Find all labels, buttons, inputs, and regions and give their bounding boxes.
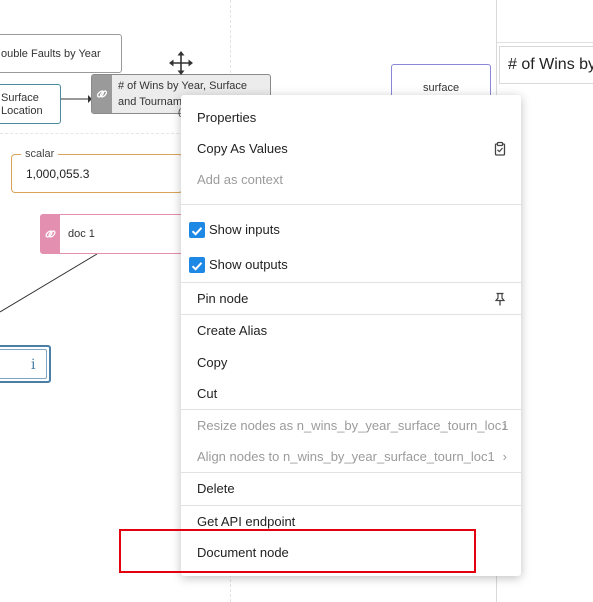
menu-item-properties[interactable]: Properties [181, 105, 521, 131]
link-icon [45, 230, 56, 238]
node-surface-location[interactable]: Surface Location [0, 84, 61, 124]
menu-item-copy-as-values[interactable]: Copy As Values [181, 136, 521, 162]
move-icon[interactable] [168, 50, 194, 76]
menu-item-label: Cut [197, 386, 218, 401]
menu-separator [181, 472, 521, 473]
node-label-line1: # of Wins by Year, Surface [118, 80, 248, 92]
menu-item-cut[interactable]: Cut [181, 381, 521, 407]
node-info-inner-border [0, 349, 47, 379]
clipboard-icon [494, 141, 506, 156]
menu-item-create-alias[interactable]: Create Alias [181, 318, 521, 344]
right-panel-node-title: # of Wins by Year, Surface and Tournamen… [499, 46, 593, 84]
menu-item-label: Pin node [197, 291, 249, 306]
menu-item-label: Create Alias [197, 323, 268, 338]
node-double-faults-by-year[interactable]: ouble Faults by Year [0, 34, 122, 73]
scalar-caption: scalar [21, 147, 59, 161]
menu-item-pin-node[interactable]: Pin node [181, 286, 521, 312]
node-label-line2: Location [1, 105, 43, 117]
link-icon [96, 90, 108, 98]
chevron-right-icon: › [502, 449, 507, 464]
menu-item-label: Delete [197, 481, 235, 496]
node-label: doc 1 [68, 228, 95, 240]
menu-item-label: Show outputs [209, 257, 288, 272]
menu-item-show-inputs[interactable]: Show inputs [181, 217, 521, 243]
node-type-strip [41, 215, 60, 253]
highlight-box [119, 529, 476, 573]
menu-item-label: Copy [197, 355, 228, 370]
menu-item-label: Copy As Values [197, 141, 288, 156]
node-doc-1[interactable]: doc 1 [40, 214, 185, 254]
menu-separator [181, 314, 521, 315]
node-label-line1: Surface [1, 92, 39, 104]
node-type-strip [92, 75, 112, 113]
menu-item-show-outputs[interactable]: Show outputs [181, 252, 521, 278]
node-label: ouble Faults by Year [1, 48, 101, 60]
menu-item-label: Add as context [197, 172, 283, 187]
scalar-value: 1,000,055.3 [26, 167, 90, 181]
node-info-input[interactable]: i [0, 345, 51, 383]
menu-item-label: Properties [197, 110, 257, 125]
menu-item-label: Resize nodes as n_wins_by_year_surface_t… [197, 418, 509, 433]
menu-item-align-nodes: Align nodes to n_wins_by_year_surface_to… [181, 444, 521, 470]
node-scalar[interactable]: scalar 1,000,055.3 [11, 147, 183, 193]
node-label: surface [423, 82, 460, 94]
checkbox-icon[interactable] [189, 222, 205, 238]
menu-item-add-as-context: Add as context [181, 167, 521, 193]
menu-item-label: Show inputs [209, 222, 280, 237]
menu-separator [181, 505, 521, 506]
menu-separator [181, 204, 521, 205]
checkbox-icon[interactable] [189, 257, 205, 273]
right-panel-toolbar [497, 0, 593, 43]
node-label-line2: and Tournam [118, 96, 183, 108]
chevron-right-icon: › [502, 418, 507, 433]
edge-doc-to-left [0, 253, 98, 313]
info-icon[interactable]: i [31, 358, 35, 372]
node-context-menu: Properties Copy As Values Add as context… [181, 95, 521, 576]
pin-icon [494, 292, 506, 306]
menu-item-label: Align nodes to n_wins_by_year_surface_to… [197, 449, 495, 464]
menu-item-copy[interactable]: Copy [181, 350, 521, 376]
menu-separator [181, 282, 521, 283]
menu-item-delete[interactable]: Delete [181, 476, 521, 502]
menu-item-resize-nodes: Resize nodes as n_wins_by_year_surface_t… [181, 413, 521, 439]
menu-separator [181, 409, 521, 410]
